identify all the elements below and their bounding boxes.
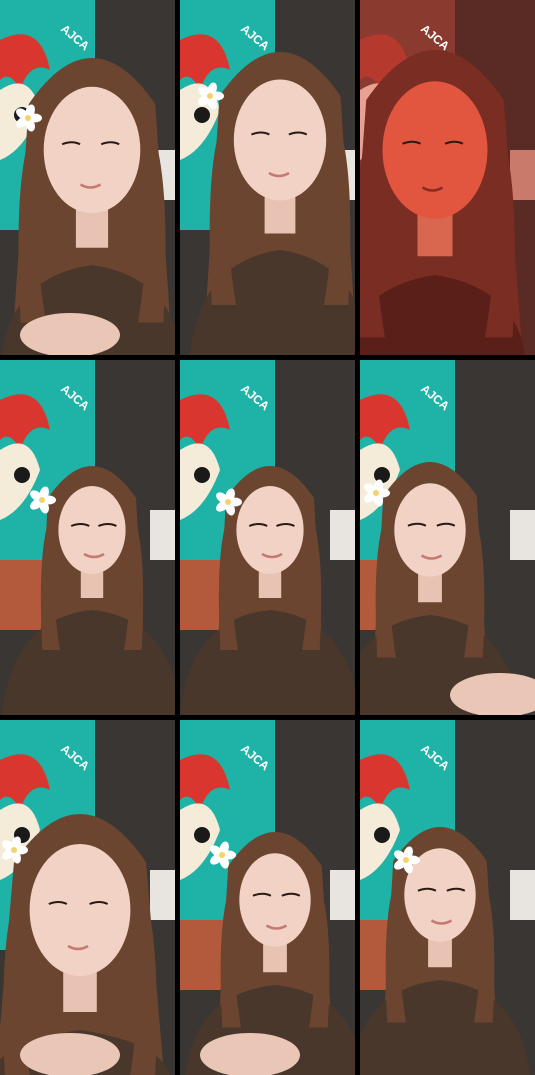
frame-illustration: AJCA <box>0 0 175 355</box>
frame-illustration: AJCA <box>0 720 175 1075</box>
frame-illustration: AJCA <box>360 360 535 715</box>
frame-illustration: AJCA <box>0 360 175 715</box>
collage-frame: AJCA <box>180 360 355 715</box>
collage-frame: AJCA <box>0 360 175 715</box>
collage-frame: AJCA <box>360 720 535 1075</box>
collage-frame: AJCA <box>180 720 355 1075</box>
frame-illustration: AJCA <box>360 720 535 1075</box>
collage-frame: AJCA <box>360 360 535 715</box>
photo-collage-grid: AJCA AJCA AJCA AJCA AJCA AJCA AJCA AJCA … <box>0 0 535 1075</box>
collage-frame: AJCA <box>0 720 175 1075</box>
collage-frame: AJCA <box>180 0 355 355</box>
collage-frame: AJCA <box>0 0 175 355</box>
collage-frame: AJCA <box>360 0 535 355</box>
frame-illustration: AJCA <box>360 0 535 355</box>
frame-illustration: AJCA <box>180 360 355 715</box>
frame-illustration: AJCA <box>180 720 355 1075</box>
frame-illustration: AJCA <box>180 0 355 355</box>
